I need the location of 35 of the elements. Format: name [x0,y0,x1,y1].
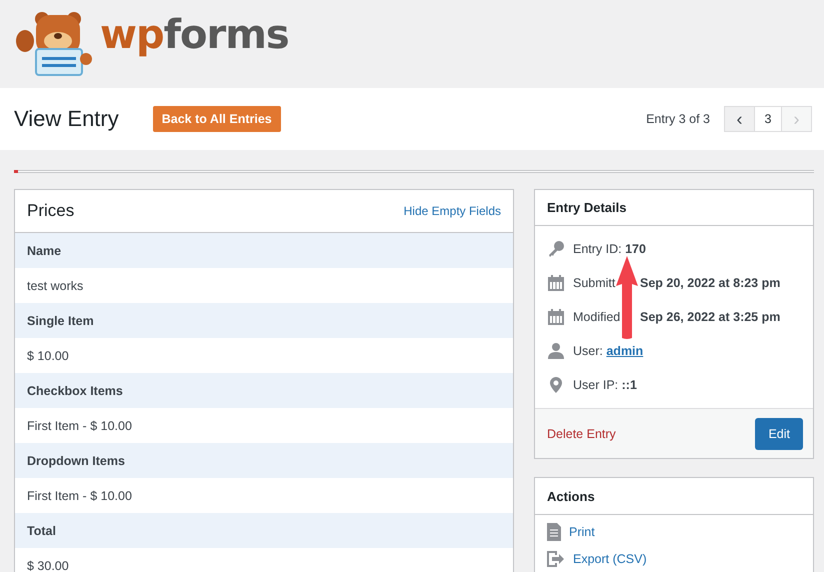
logo-text: wp [100,12,164,58]
document-icon [547,522,561,540]
export-icon [547,550,565,566]
detail-text: User IP: ::1 [573,378,637,392]
detail-text: User: admin [573,344,644,358]
entry-count: Entry 3 of 3 [646,112,710,126]
back-button[interactable]: Back to All Entries [152,106,281,132]
field-label: Name [15,233,513,268]
logo-text: forms [164,12,289,58]
key-icon [547,240,565,258]
field-label: Dropdown Items [15,443,513,478]
form-title: Prices [27,201,74,221]
user-icon [547,342,565,360]
hide-empty-fields-link[interactable]: Hide Empty Fields [404,204,501,218]
detail-label: Submitt [573,276,616,290]
current-page: 3 [754,107,782,131]
field-label: Checkbox Items [15,373,513,408]
field-label: Total [15,513,513,548]
action-link[interactable]: Print [535,518,813,545]
detail-value: Sep 20, 2022 at 8:23 pm [640,276,780,290]
detail-value: Sep 26, 2022 at 3:25 pm [640,310,780,324]
calendar-icon [547,308,565,326]
panel-title: Actions [547,488,595,504]
previous-button[interactable]: ‹ [725,107,754,131]
delete-entry-link[interactable]: Delete Entry [547,426,616,440]
action-link[interactable]: Export (CSV) [535,545,813,572]
calendar-icon [547,274,565,292]
edit-button[interactable]: Edit [755,418,803,450]
field-label: Single Item [15,303,513,338]
panel-title: Entry Details [547,200,626,215]
detail-label: Modified [573,310,622,324]
user-link[interactable]: admin [606,344,644,358]
detail-text: Entry ID: 170 [573,242,646,256]
location-pin-icon [547,376,565,394]
page-title: View Entry [14,106,119,132]
